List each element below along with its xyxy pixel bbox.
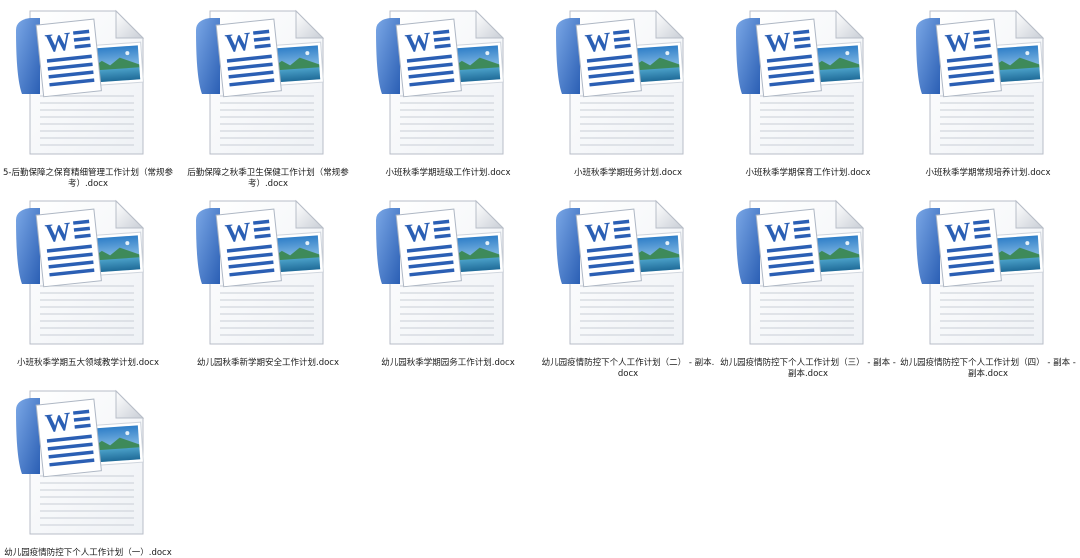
svg-text:W: W bbox=[44, 407, 73, 439]
file-item[interactable]: W 幼儿园秋季新学期安全工作计划.docx bbox=[180, 198, 356, 384]
file-name-label: 后勤保障之秋季卫生保健工作计划（常规参考）.docx bbox=[187, 168, 349, 189]
svg-text:W: W bbox=[584, 27, 613, 59]
file-item[interactable]: W 小班秋季学期常规培养计划.docx bbox=[900, 8, 1076, 194]
file-name-label: 幼儿园秋季新学期安全工作计划.docx bbox=[196, 358, 339, 368]
file-name-label: 幼儿园疫情防控下个人工作计划（一）.docx bbox=[4, 548, 172, 558]
file-item[interactable]: W 小班秋季学期五大领域教学计划.docx bbox=[0, 198, 176, 384]
file-item[interactable]: W 小班秋季学期班务计划.docx bbox=[540, 8, 716, 194]
file-item[interactable]: W 后勤保障之秋季卫生保健工作计划（常规参考）.docx bbox=[180, 8, 356, 194]
word-document-icon: W bbox=[910, 8, 1050, 158]
file-name-label: 幼儿园秋季学期园务工作计划.docx bbox=[381, 358, 515, 368]
file-item[interactable]: W 5-后勤保障之保育精细管理工作计划（常规参考）.docx bbox=[0, 8, 176, 194]
svg-text:W: W bbox=[764, 27, 793, 59]
file-item[interactable]: W 小班秋季学期班级工作计划.docx bbox=[360, 8, 536, 194]
svg-text:W: W bbox=[584, 217, 613, 249]
file-name-label: 幼儿园疫情防控下个人工作计划（三） - 副本 - 副本.docx bbox=[720, 358, 896, 379]
file-name-label: 小班秋季学期保育工作计划.docx bbox=[745, 168, 871, 178]
word-document-icon: W bbox=[370, 198, 510, 348]
word-document-icon: W bbox=[190, 198, 330, 348]
file-item[interactable]: W 幼儿园秋季学期园务工作计划.docx bbox=[360, 198, 536, 384]
word-document-icon: W bbox=[370, 8, 510, 158]
file-item[interactable]: W 幼儿园疫情防控下个人工作计划（三） - 副本 - 副本.docx bbox=[720, 198, 896, 384]
file-name-label: 小班秋季学期班级工作计划.docx bbox=[385, 168, 511, 178]
word-document-icon: W bbox=[910, 198, 1050, 348]
svg-text:W: W bbox=[44, 217, 73, 249]
file-name-label: 幼儿园疫情防控下个人工作计划（二） - 副本.docx bbox=[541, 358, 715, 379]
svg-text:W: W bbox=[944, 27, 973, 59]
word-document-icon: W bbox=[10, 8, 150, 158]
word-document-icon: W bbox=[550, 198, 690, 348]
word-document-icon: W bbox=[190, 8, 330, 158]
svg-text:W: W bbox=[404, 27, 433, 59]
svg-text:W: W bbox=[404, 217, 433, 249]
svg-text:W: W bbox=[224, 217, 253, 249]
word-document-icon: W bbox=[550, 8, 690, 158]
word-document-icon: W bbox=[10, 388, 150, 538]
word-document-icon: W bbox=[10, 198, 150, 348]
svg-text:W: W bbox=[224, 27, 253, 59]
svg-text:W: W bbox=[764, 217, 793, 249]
file-item[interactable]: W 幼儿园疫情防控下个人工作计划（二） - 副本.docx bbox=[540, 198, 716, 384]
file-item[interactable]: W 幼儿园疫情防控下个人工作计划（一）.docx bbox=[0, 388, 176, 558]
file-name-label: 小班秋季学期常规培养计划.docx bbox=[925, 168, 1051, 178]
file-grid: W 5-后勤保障之保育精细管理工作计划（常规参考）.docx W 后勤保障之秋季… bbox=[0, 0, 1080, 558]
word-document-icon: W bbox=[730, 198, 870, 348]
word-document-icon: W bbox=[730, 8, 870, 158]
file-name-label: 幼儿园疫情防控下个人工作计划（四） - 副本 - 副本.docx bbox=[900, 358, 1076, 379]
file-item[interactable]: W 幼儿园疫情防控下个人工作计划（四） - 副本 - 副本.docx bbox=[900, 198, 1076, 384]
file-item[interactable]: W 小班秋季学期保育工作计划.docx bbox=[720, 8, 896, 194]
file-name-label: 小班秋季学期班务计划.docx bbox=[573, 168, 682, 178]
file-name-label: 5-后勤保障之保育精细管理工作计划（常规参考）.docx bbox=[3, 168, 173, 189]
svg-text:W: W bbox=[944, 217, 973, 249]
svg-text:W: W bbox=[44, 27, 73, 59]
file-name-label: 小班秋季学期五大领域教学计划.docx bbox=[16, 358, 159, 368]
